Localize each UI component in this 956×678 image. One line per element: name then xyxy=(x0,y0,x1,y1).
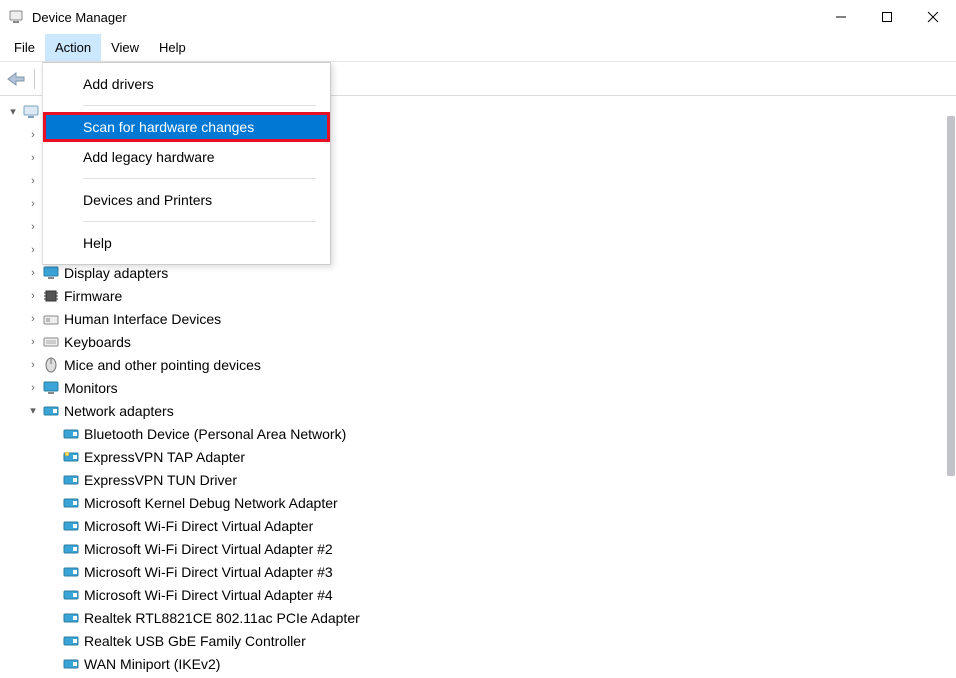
device-label: Microsoft Wi-Fi Direct Virtual Adapter #… xyxy=(84,584,333,606)
maximize-button[interactable] xyxy=(864,0,910,34)
menuitem-help[interactable]: Help xyxy=(43,228,330,258)
chevron-right-icon[interactable]: › xyxy=(24,124,42,146)
toolbar-back-button[interactable] xyxy=(4,67,28,91)
network-adapter-icon xyxy=(62,633,80,649)
tree-category-network-adapters[interactable]: ▾ Network adapters xyxy=(0,399,956,422)
menu-action[interactable]: Action xyxy=(45,34,101,61)
action-menu-dropdown: Add drivers Scan for hardware changes Ad… xyxy=(42,62,331,265)
tree-device[interactable]: Microsoft Kernel Debug Network Adapter xyxy=(0,491,956,514)
tree-device[interactable]: Microsoft Wi-Fi Direct Virtual Adapter #… xyxy=(0,560,956,583)
minimize-button[interactable] xyxy=(818,0,864,34)
network-adapter-icon xyxy=(62,541,80,557)
device-label: Microsoft Kernel Debug Network Adapter xyxy=(84,492,338,514)
chevron-right-icon[interactable]: › xyxy=(24,285,42,307)
monitor-icon xyxy=(42,380,60,396)
network-adapter-icon xyxy=(62,472,80,488)
display-adapter-icon xyxy=(42,265,60,281)
window-controls xyxy=(818,0,956,34)
category-label: Monitors xyxy=(64,377,118,399)
category-label: Keyboards xyxy=(64,331,131,353)
window-title: Device Manager xyxy=(32,10,127,25)
tree-device[interactable]: Microsoft Wi-Fi Direct Virtual Adapter #… xyxy=(0,537,956,560)
category-label: Firmware xyxy=(64,285,122,307)
firmware-icon xyxy=(42,288,60,304)
chevron-right-icon[interactable]: › xyxy=(24,331,42,353)
network-adapter-icon xyxy=(62,610,80,626)
chevron-right-icon[interactable]: › xyxy=(24,354,42,376)
menu-bar: File Action View Help xyxy=(0,34,956,62)
network-adapter-icon xyxy=(62,449,80,465)
chevron-right-icon[interactable]: › xyxy=(24,170,42,192)
network-adapter-icon xyxy=(42,403,60,419)
tree-device[interactable]: WAN Miniport (IKEv2) xyxy=(0,652,956,675)
menu-separator xyxy=(83,105,316,106)
menu-view[interactable]: View xyxy=(101,34,149,61)
tree-category-mice[interactable]: › Mice and other pointing devices xyxy=(0,353,956,376)
chevron-down-icon[interactable]: ▾ xyxy=(24,400,42,422)
tree-category-monitors[interactable]: › Monitors xyxy=(0,376,956,399)
category-label: Human Interface Devices xyxy=(64,308,221,330)
device-label: Realtek RTL8821CE 802.11ac PCIe Adapter xyxy=(84,607,360,629)
keyboard-icon xyxy=(42,334,60,350)
tree-category-firmware[interactable]: › Firmware xyxy=(0,284,956,307)
device-label: Microsoft Wi-Fi Direct Virtual Adapter #… xyxy=(84,538,333,560)
network-adapter-icon xyxy=(62,564,80,580)
network-adapter-icon xyxy=(62,495,80,511)
category-label: Network adapters xyxy=(64,400,174,422)
menu-help[interactable]: Help xyxy=(149,34,196,61)
tree-device[interactable]: Microsoft Wi-Fi Direct Virtual Adapter xyxy=(0,514,956,537)
close-button[interactable] xyxy=(910,0,956,34)
menuitem-scan-hardware-changes[interactable]: Scan for hardware changes xyxy=(43,112,330,142)
tree-category-hid[interactable]: › Human Interface Devices xyxy=(0,307,956,330)
vertical-scrollbar[interactable] xyxy=(944,96,956,678)
chevron-right-icon[interactable]: › xyxy=(24,147,42,169)
chevron-right-icon[interactable]: › xyxy=(24,377,42,399)
device-label: Microsoft Wi-Fi Direct Virtual Adapter xyxy=(84,515,313,537)
chevron-down-icon[interactable]: ▾ xyxy=(4,101,22,123)
network-adapter-icon xyxy=(62,426,80,442)
chevron-right-icon[interactable]: › xyxy=(24,308,42,330)
tree-device[interactable]: ExpressVPN TAP Adapter xyxy=(0,445,956,468)
chevron-right-icon[interactable]: › xyxy=(24,216,42,238)
category-label: Mice and other pointing devices xyxy=(64,354,261,376)
device-label: ExpressVPN TUN Driver xyxy=(84,469,237,491)
scrollbar-thumb[interactable] xyxy=(947,116,955,476)
chevron-right-icon[interactable]: › xyxy=(24,262,42,284)
menuitem-devices-printers[interactable]: Devices and Printers xyxy=(43,185,330,215)
computer-icon xyxy=(22,104,40,120)
tree-category-keyboards[interactable]: › Keyboards xyxy=(0,330,956,353)
tree-device[interactable]: ExpressVPN TUN Driver xyxy=(0,468,956,491)
device-label: Microsoft Wi-Fi Direct Virtual Adapter #… xyxy=(84,561,333,583)
menuitem-add-drivers[interactable]: Add drivers xyxy=(43,69,330,99)
menu-file[interactable]: File xyxy=(4,34,45,61)
menu-separator xyxy=(83,221,316,222)
mouse-icon xyxy=(42,357,60,373)
tree-device[interactable]: Realtek USB GbE Family Controller xyxy=(0,629,956,652)
network-adapter-icon xyxy=(62,518,80,534)
device-manager-icon xyxy=(8,9,24,25)
tree-device[interactable]: Microsoft Wi-Fi Direct Virtual Adapter #… xyxy=(0,583,956,606)
chevron-right-icon[interactable]: › xyxy=(24,193,42,215)
network-adapter-icon xyxy=(62,656,80,672)
device-label: WAN Miniport (IKEv2) xyxy=(84,653,220,675)
tree-device[interactable]: Realtek RTL8821CE 802.11ac PCIe Adapter xyxy=(0,606,956,629)
title-bar: Device Manager xyxy=(0,0,956,34)
device-label: ExpressVPN TAP Adapter xyxy=(84,446,245,468)
tree-device[interactable]: Bluetooth Device (Personal Area Network) xyxy=(0,422,956,445)
device-label: Bluetooth Device (Personal Area Network) xyxy=(84,423,346,445)
menuitem-add-legacy-hardware[interactable]: Add legacy hardware xyxy=(43,142,330,172)
toolbar-separator xyxy=(34,69,35,89)
chevron-right-icon[interactable]: › xyxy=(24,239,42,261)
device-label: Realtek USB GbE Family Controller xyxy=(84,630,306,652)
menu-separator xyxy=(83,178,316,179)
network-adapter-icon xyxy=(62,587,80,603)
hid-icon xyxy=(42,311,60,327)
